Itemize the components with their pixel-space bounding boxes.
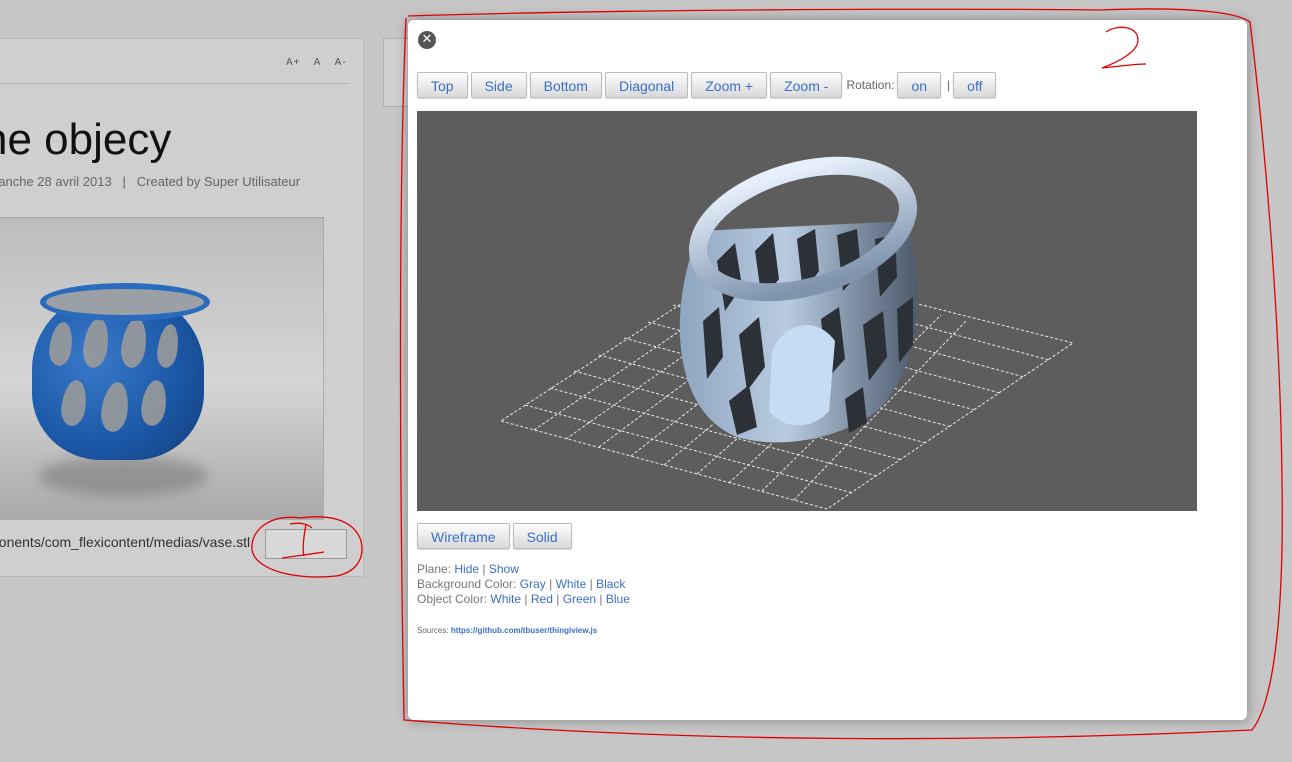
sources-link[interactable]: https://github.com/tbuser/thingiview.js (451, 626, 597, 635)
close-icon[interactable]: ✕ (418, 31, 436, 49)
article-date: nanche 28 avril 2013 (0, 174, 112, 189)
top-view-button[interactable]: Top (417, 72, 468, 98)
bg-gray-link[interactable]: Gray (520, 577, 546, 591)
vase-shadow (38, 456, 208, 496)
option-separator: | (482, 562, 486, 576)
option-separator: | (556, 592, 560, 606)
article-panel: A+ A A- ne objecy nanche 28 avril 2013 |… (0, 38, 364, 577)
divider (0, 83, 348, 84)
font-decrease-button[interactable]: A- (335, 57, 347, 68)
obj-white-link[interactable]: White (490, 592, 521, 606)
vase-preview-image[interactable] (0, 217, 324, 520)
zoom-out-button[interactable]: Zoom - (770, 72, 843, 98)
plane-label: Plane: (417, 562, 452, 576)
obj-green-link[interactable]: Green (563, 592, 596, 606)
vase-rim (40, 283, 210, 321)
meta-separator: | (122, 174, 126, 189)
stl-viewer-modal: ✕ Top Side Bottom Diagonal Zoom + Zoom - Rotat… (408, 20, 1247, 720)
bg-white-link[interactable]: White (556, 577, 587, 591)
rotation-separator: | (947, 78, 951, 92)
zoom-in-button[interactable]: Zoom + (691, 72, 768, 98)
article-author: Created by Super Utilisateur (136, 174, 301, 189)
option-separator: | (549, 577, 553, 591)
vase-inner-highlight (769, 324, 835, 426)
bottom-view-button[interactable]: Bottom (529, 72, 602, 98)
font-size-tools: A+ A A- (286, 57, 357, 68)
font-reset-button[interactable]: A (314, 57, 322, 68)
rotation-label: Rotation: (846, 78, 895, 92)
bg-black-link[interactable]: Black (596, 577, 625, 591)
font-increase-button[interactable]: A+ (286, 57, 301, 68)
vase-3d-render (499, 156, 1075, 510)
rotation-off-button[interactable]: off (953, 72, 997, 98)
viewer-options: Plane: Hide | Show Background Color: Gra… (417, 562, 630, 607)
plane-hide-link[interactable]: Hide (454, 562, 479, 576)
background-color-label: Background Color: (417, 577, 517, 591)
plane-option-row: Plane: Hide | Show (417, 562, 630, 577)
diagonal-view-button[interactable]: Diagonal (604, 72, 689, 98)
option-separator: | (599, 592, 603, 606)
side-view-button[interactable]: Side (470, 72, 527, 98)
solid-button[interactable]: Solid (512, 523, 572, 549)
plane-show-link[interactable]: Show (489, 562, 519, 576)
option-separator: | (589, 577, 593, 591)
wireframe-button[interactable]: Wireframe (417, 523, 510, 549)
view-file-button[interactable] (265, 529, 347, 559)
sources-line: Sources: https://github.com/tbuser/thing… (417, 626, 597, 635)
render-mode-buttons: Wireframe Solid (417, 523, 575, 549)
sources-label: Sources: (417, 626, 449, 635)
obj-red-link[interactable]: Red (531, 592, 553, 606)
page-title: ne objecy (0, 115, 172, 164)
file-path-text: ponents/com_flexicontent/medias/vase.stl (0, 534, 251, 550)
rotation-on-button[interactable]: on (897, 72, 942, 98)
obj-blue-link[interactable]: Blue (606, 592, 630, 606)
article-meta: nanche 28 avril 2013 | Created by Super … (0, 174, 300, 189)
object-color-label: Object Color: (417, 592, 488, 606)
3d-viewer-canvas[interactable] (417, 111, 1197, 511)
object-color-row: Object Color: White | Red | Green | Blue (417, 592, 630, 607)
background-color-row: Background Color: Gray | White | Black (417, 577, 630, 592)
view-toolbar: Top Side Bottom Diagonal Zoom + Zoom - Rotatio… (417, 72, 999, 99)
option-separator: | (524, 592, 528, 606)
